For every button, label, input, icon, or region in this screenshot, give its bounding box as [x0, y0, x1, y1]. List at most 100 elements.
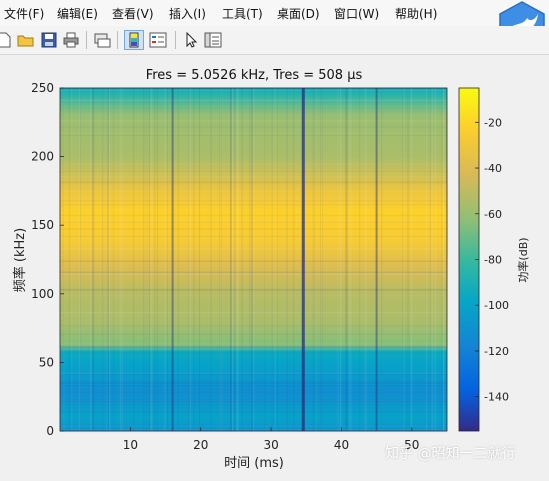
y-tick-label: 200	[31, 150, 54, 164]
texture-streak	[434, 88, 436, 431]
texture-band	[60, 352, 447, 354]
texture-band	[60, 411, 447, 413]
texture-streak	[109, 88, 111, 431]
menu-insert[interactable]: 插入(I)	[169, 5, 206, 22]
new-file-icon[interactable]	[0, 30, 14, 50]
menu-desktop[interactable]: 桌面(D)	[277, 5, 320, 22]
texture-streak	[146, 88, 148, 431]
time-line	[301, 88, 305, 431]
y-tick-label: 150	[31, 218, 54, 232]
texture-streak	[340, 88, 342, 431]
spectrogram-plot[interactable]: Fres = 5.0526 kHz, Tres = 508 μs 10 20 30 4…	[0, 55, 549, 477]
menu-edit[interactable]: 编辑(E)	[57, 5, 98, 22]
texture-streak	[312, 88, 314, 431]
insert-legend-icon[interactable]	[148, 30, 168, 50]
colorbar-label: 功率(dB)	[516, 237, 530, 282]
texture-streak	[199, 88, 201, 431]
property-editor-icon[interactable]	[203, 30, 223, 50]
texture-streak	[177, 88, 179, 431]
texture-band	[60, 190, 447, 192]
texture-band	[60, 221, 447, 223]
texture-band	[60, 204, 447, 206]
colorbar-ticks: -20 -40 -60 -80 -100 -120 -140	[475, 116, 509, 404]
texture-band	[60, 171, 447, 173]
figure-canvas: Fres = 5.0526 kHz, Tres = 508 μs 10 20 30 4…	[0, 55, 549, 477]
link-figure-icon[interactable]	[92, 30, 112, 50]
insert-colorbar-icon[interactable]	[124, 30, 144, 50]
menu-bar: 文件(F) 编辑(E) 查看(V) 插入(I) 工具(T) 桌面(D) 窗口(W…	[0, 0, 549, 26]
texture-band	[60, 333, 447, 335]
colorbar-tick-label: -100	[484, 299, 509, 312]
texture-band	[60, 343, 447, 345]
texture-band	[60, 99, 447, 101]
menu-tools[interactable]: 工具(T)	[222, 5, 263, 22]
pointer-icon[interactable]	[181, 30, 201, 50]
texture-streak	[426, 88, 428, 431]
plot-title: Fres = 5.0526 kHz, Tres = 508 μs	[146, 68, 363, 83]
texture-band	[60, 120, 447, 122]
texture-band	[60, 235, 447, 237]
texture-streak	[106, 88, 108, 431]
y-tick-label: 250	[31, 81, 54, 95]
texture-band	[60, 312, 447, 314]
texture-streak	[432, 88, 434, 431]
texture-streak	[93, 88, 95, 431]
texture-band	[60, 134, 447, 136]
texture-streak	[337, 88, 339, 431]
texture-streak	[149, 88, 151, 431]
colorbar-tick-label: -120	[484, 345, 509, 358]
texture-streak	[102, 88, 104, 431]
toolbar-separator	[175, 31, 176, 49]
texture-band	[60, 345, 447, 348]
texture-streak	[69, 88, 71, 431]
y-tick-label: 100	[31, 287, 54, 301]
texture-band	[60, 385, 447, 387]
texture-streak	[237, 88, 239, 431]
texture-streak	[350, 88, 352, 431]
texture-band	[60, 133, 447, 135]
texture-band	[60, 126, 447, 128]
texture-streak	[320, 88, 321, 431]
texture-streak	[274, 88, 276, 431]
texture-band	[60, 200, 447, 202]
texture-streak	[154, 88, 156, 431]
texture-streak	[322, 88, 323, 431]
texture-streak	[166, 88, 168, 431]
y-tick-label: 0	[46, 424, 54, 438]
texture-streak	[230, 88, 232, 431]
time-line	[171, 88, 174, 431]
x-axis-label: 时间 (ms)	[224, 456, 284, 471]
texture-streak	[63, 88, 65, 431]
texture-streak	[187, 88, 189, 431]
texture-streak	[151, 88, 153, 431]
texture-band	[60, 176, 447, 178]
toolbar-separator	[117, 31, 118, 49]
x-tick-label: 30	[263, 438, 278, 452]
texture-streak	[107, 88, 109, 431]
menu-window[interactable]: 窗口(W)	[334, 5, 379, 22]
open-folder-icon[interactable]	[16, 30, 36, 50]
save-icon[interactable]	[39, 30, 59, 50]
texture-band	[60, 324, 447, 326]
toolbar-separator	[86, 31, 87, 49]
print-icon[interactable]	[61, 30, 81, 50]
menu-help[interactable]: 帮助(H)	[395, 5, 437, 22]
texture-streak	[150, 88, 152, 431]
texture-band	[60, 89, 447, 91]
texture-streak	[219, 88, 221, 431]
texture-streak	[143, 88, 145, 431]
menu-file[interactable]: 文件(F)	[4, 5, 44, 22]
menu-view[interactable]: 查看(V)	[112, 5, 154, 22]
texture-band	[60, 260, 447, 262]
texture-streak	[119, 88, 121, 431]
texture-streak	[429, 88, 431, 431]
texture-band	[60, 424, 447, 426]
texture-band	[60, 348, 447, 350]
texture-band	[60, 228, 447, 230]
texture-band	[60, 400, 447, 402]
texture-streak	[234, 88, 236, 431]
texture-streak	[315, 88, 317, 431]
texture-streak	[221, 88, 223, 431]
texture-streak	[231, 88, 233, 431]
texture-streak	[286, 88, 288, 431]
